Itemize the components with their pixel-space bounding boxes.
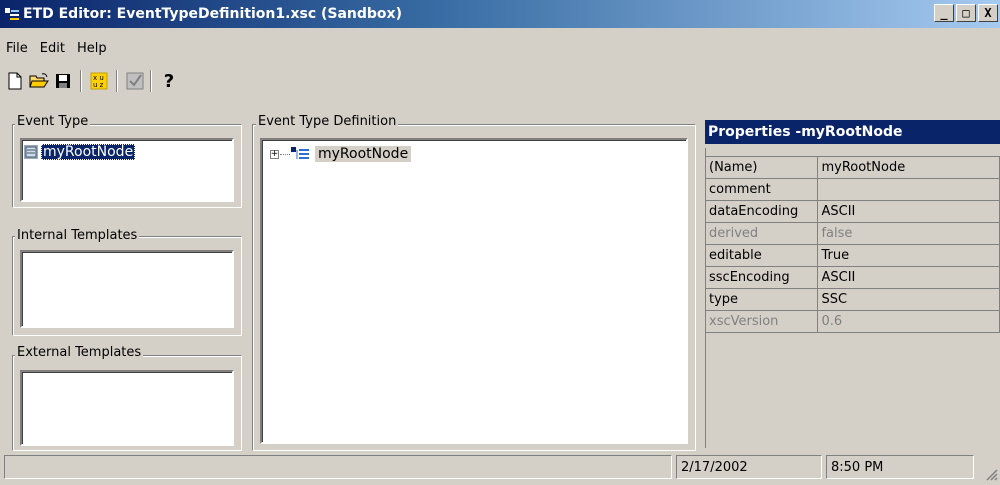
list-item-label: myRootNode — [41, 144, 136, 160]
window-title: ETD Editor: EventTypeDefinition1.xsc (Sa… — [23, 6, 402, 22]
property-value[interactable] — [817, 178, 1000, 201]
external-templates-list[interactable] — [20, 370, 234, 446]
tree-node[interactable]: + myRootNode — [270, 146, 412, 162]
menu-bar: File Edit Help — [0, 40, 113, 60]
internal-templates-list[interactable] — [20, 250, 234, 328]
save-disk-icon[interactable] — [52, 70, 74, 92]
event-type-label: Event Type — [15, 114, 91, 129]
minimize-button[interactable]: _ — [934, 4, 954, 22]
menu-help[interactable]: Help — [71, 40, 113, 60]
property-value[interactable]: SSC — [817, 288, 1000, 311]
property-row[interactable]: dataEncoding ASCII — [704, 200, 1000, 223]
property-name: editable — [704, 244, 819, 267]
svg-text:u z: u z — [93, 81, 104, 89]
help-question-icon[interactable]: ? — [158, 70, 180, 92]
property-row[interactable]: derived false — [704, 222, 1000, 245]
property-row[interactable]: type SSC — [704, 288, 1000, 311]
property-value[interactable]: ASCII — [817, 200, 1000, 223]
property-value[interactable]: false — [817, 222, 1000, 245]
new-file-icon[interactable] — [4, 70, 26, 92]
property-name: dataEncoding — [704, 200, 819, 223]
etd-app-icon[interactable] — [5, 7, 19, 21]
internal-templates-label: Internal Templates — [15, 228, 140, 243]
event-type-definition-tree[interactable]: + myRootNode — [260, 138, 688, 444]
property-name: derived — [704, 222, 819, 245]
xsc-convert-icon[interactable]: x uu z — [88, 70, 110, 92]
property-name: (Name) — [704, 156, 819, 179]
check-box-icon[interactable] — [124, 70, 146, 92]
property-value[interactable]: myRootNode — [817, 156, 1000, 179]
title-bar: ETD Editor: EventTypeDefinition1.xsc (Sa… — [0, 0, 1000, 28]
resize-grip[interactable] — [984, 467, 998, 481]
close-button[interactable]: X — [978, 4, 998, 22]
property-name: type — [704, 288, 819, 311]
property-row[interactable]: editable True — [704, 244, 1000, 267]
list-item[interactable]: myRootNode — [24, 144, 136, 160]
property-row[interactable]: comment — [704, 178, 1000, 201]
tree-node-label: myRootNode — [315, 146, 412, 162]
property-value[interactable]: 0.6 — [817, 310, 1000, 333]
tree-expander[interactable]: + — [270, 149, 279, 159]
property-row[interactable]: sscEncoding ASCII — [704, 266, 1000, 289]
property-row[interactable]: xscVersion 0.6 — [704, 310, 1000, 333]
property-row[interactable]: (Name) myRootNode — [704, 156, 1000, 179]
property-value[interactable]: True — [817, 244, 1000, 267]
event-node-icon — [24, 145, 38, 159]
property-name: sscEncoding — [704, 266, 819, 289]
status-date: 2/17/2002 — [676, 455, 822, 479]
root-node-icon — [291, 147, 309, 159]
external-templates-label: External Templates — [15, 345, 144, 360]
menu-edit[interactable]: Edit — [34, 40, 71, 60]
property-value[interactable]: ASCII — [817, 266, 1000, 289]
property-name: comment — [704, 178, 819, 201]
menu-file[interactable]: File — [0, 40, 34, 60]
property-name: xscVersion — [704, 310, 819, 333]
maximize-button[interactable]: □ — [956, 4, 976, 22]
open-folder-icon[interactable] — [28, 70, 50, 92]
status-message — [4, 455, 672, 479]
toolbar: x uu z ? — [0, 68, 1000, 92]
event-type-list[interactable]: myRootNode — [20, 138, 234, 202]
properties-title: Properties -myRootNode — [705, 120, 1000, 144]
event-type-definition-label: Event Type Definition — [256, 114, 399, 129]
status-time: 8:50 PM — [826, 455, 974, 479]
properties-grid: (Name) myRootNode comment dataEncoding ASCII… — [704, 156, 1000, 333]
